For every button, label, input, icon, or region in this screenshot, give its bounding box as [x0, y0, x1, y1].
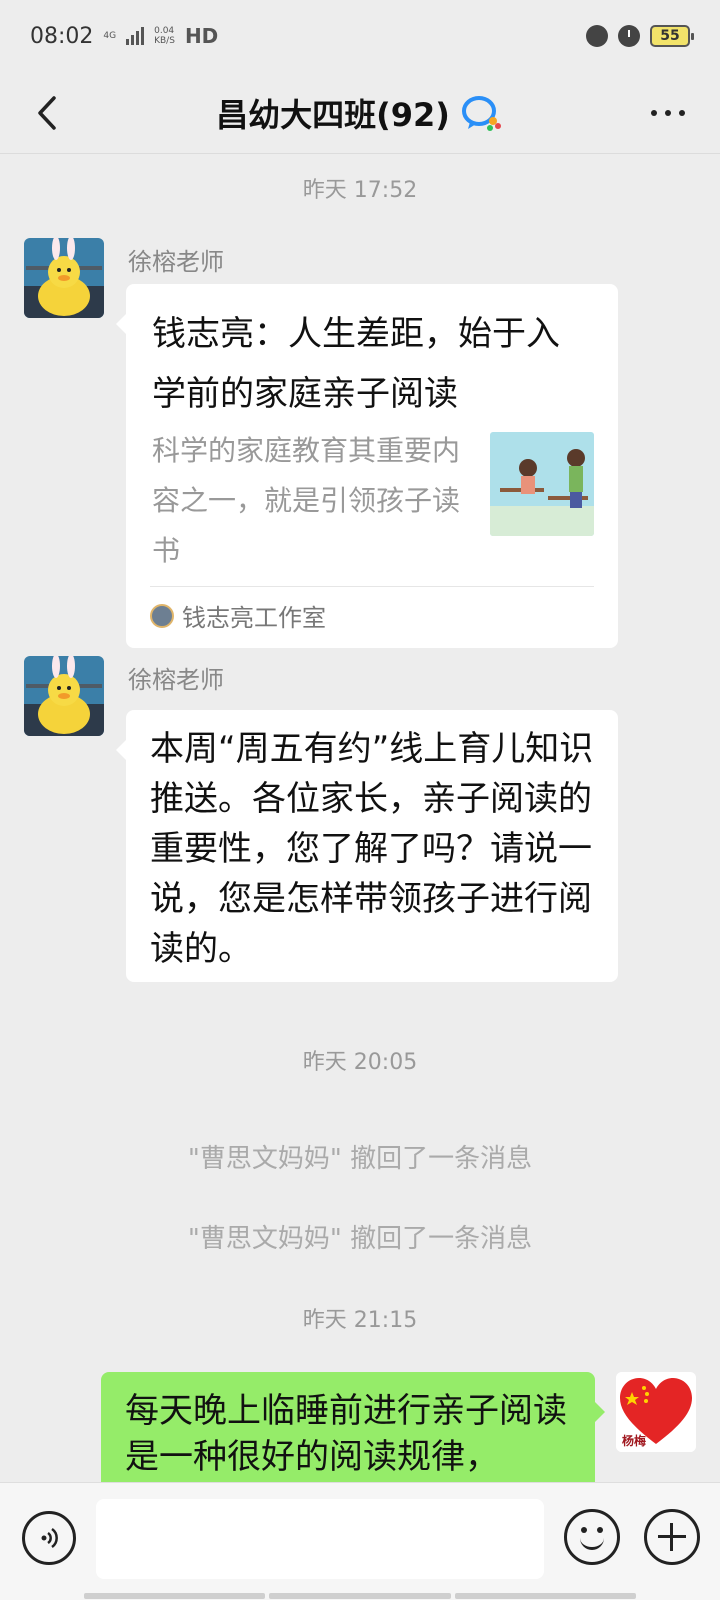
emoji-mouth: [580, 1536, 604, 1550]
alarm-icon: [618, 25, 640, 47]
status-bar: 08:02 4G 0.04 KB/S HD 55: [0, 0, 720, 72]
chevron-left-icon: [38, 96, 56, 130]
wecom-group-icon: [461, 95, 501, 131]
my-avatar[interactable]: 杨梅: [616, 1372, 696, 1452]
card-source: 钱志亮工作室: [150, 598, 326, 633]
more-dot: [665, 110, 671, 116]
status-right: 55: [586, 25, 694, 47]
signal-icon: [126, 27, 145, 45]
input-bar: [0, 1482, 720, 1600]
message-input[interactable]: [96, 1499, 544, 1579]
card-title: 钱志亮：人生差距，始于入学前的家庭亲子阅读: [152, 314, 560, 414]
more-dot: [679, 110, 685, 116]
sender-name: 徐榕老师: [128, 666, 224, 694]
do-not-disturb-icon: [586, 25, 608, 47]
card-description: 科学的家庭教育其重要内容之一，就是引领孩子读书: [152, 434, 461, 567]
avatar-label: 杨梅: [622, 1434, 647, 1448]
more-dot: [651, 110, 657, 116]
status-left: 08:02 4G 0.04 KB/S HD: [30, 24, 218, 49]
more-functions-button[interactable]: [644, 1509, 700, 1565]
emoji-eye: [597, 1527, 603, 1533]
article-card[interactable]: 钱志亮：人生差距，始于入学前的家庭亲子阅读 科学的家庭教育其重要内容之一，就是引…: [116, 284, 618, 648]
net-speed-unit: KB/S: [154, 36, 175, 46]
timestamp: 昨天 20:05: [302, 1050, 418, 1075]
network-type: 4G: [103, 31, 116, 41]
card-divider: [150, 586, 594, 587]
card-thumbnail: [490, 432, 594, 536]
duck-avatar-image: [24, 238, 104, 318]
recall-notice: "曹思文妈妈" 撤回了一条消息: [187, 1144, 533, 1174]
sender-avatar[interactable]: [24, 238, 104, 318]
duck-avatar-image: [24, 656, 104, 736]
source-avatar-icon: [150, 603, 174, 628]
sender-name: 徐榕老师: [128, 248, 224, 276]
more-button[interactable]: [638, 88, 698, 138]
card-source-name: 钱志亮工作室: [182, 604, 326, 632]
status-time: 08:02: [30, 23, 94, 49]
voice-icon: [41, 1527, 58, 1549]
back-button[interactable]: [22, 88, 72, 138]
voice-button[interactable]: [22, 1511, 76, 1565]
chat-title[interactable]: 昌幼大四班(92): [216, 90, 450, 136]
emoji-eye: [581, 1527, 587, 1533]
battery-icon: 55: [650, 25, 694, 47]
chat-header: 昌幼大四班(92): [0, 72, 720, 154]
battery-level: 55: [660, 28, 680, 44]
net-speed-value: 0.04: [154, 26, 175, 36]
timestamp: 昨天 21:15: [302, 1308, 418, 1333]
timestamp: 昨天 17:52: [302, 178, 418, 203]
net-speed: 0.04 KB/S: [154, 26, 175, 46]
hd-label: HD: [184, 24, 219, 48]
recall-notice: "曹思文妈妈" 撤回了一条消息: [187, 1224, 533, 1254]
network-type-label: 4G: [103, 31, 117, 41]
emoji-button[interactable]: [564, 1509, 620, 1565]
message-bubble[interactable]: 本周“周五有约”线上育儿知识推送。各位家长，亲子阅读的重要性，您了解了吗？请说一…: [116, 710, 618, 982]
sender-avatar[interactable]: [24, 656, 104, 736]
reading-illustration: [490, 432, 594, 536]
gesture-bar: [84, 1593, 636, 1599]
